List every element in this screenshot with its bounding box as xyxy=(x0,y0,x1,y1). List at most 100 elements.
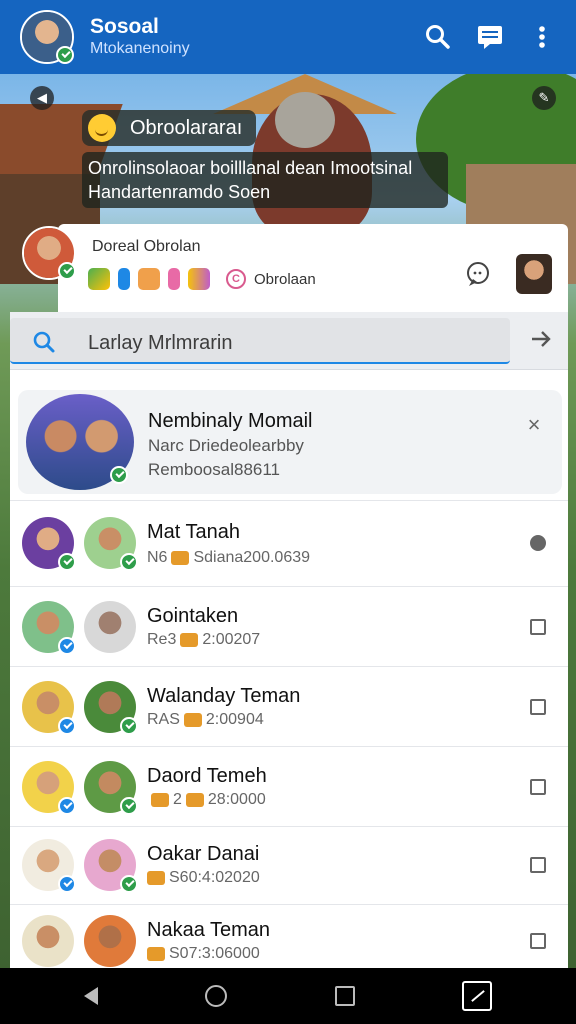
more-options-icon[interactable] xyxy=(522,17,562,57)
verified-badge-icon xyxy=(58,797,76,815)
home-icon[interactable] xyxy=(205,985,228,1007)
verified-badge-icon xyxy=(120,553,138,571)
verified-badge-icon xyxy=(58,637,76,655)
profile-avatar[interactable] xyxy=(20,10,74,64)
contact-avatar xyxy=(22,681,76,735)
read-status-icon xyxy=(530,535,546,551)
party-emoji-icon xyxy=(188,268,210,290)
system-navigation-bar xyxy=(0,968,576,1024)
close-icon[interactable]: × xyxy=(522,412,546,438)
story-back-icon[interactable]: ◀ xyxy=(30,86,54,110)
emoji-icon xyxy=(147,947,165,961)
featured-avatar xyxy=(26,394,134,490)
message-status-icon xyxy=(530,857,546,873)
featured-contact-card[interactable]: Nembinaly Momail Narc Driedeolearbby Rem… xyxy=(18,390,562,494)
contact-time: 2:00904 xyxy=(205,711,264,728)
contact-time: S07:3:06000 xyxy=(169,945,260,962)
contact-avatar xyxy=(84,761,138,815)
contact-avatar xyxy=(84,681,138,735)
chat-bubble-icon[interactable] xyxy=(464,260,492,293)
contact-name: Nakaa Teman xyxy=(147,919,271,941)
contact-meta: 2 28:0000 xyxy=(147,791,266,809)
contact-prefix: Re3 xyxy=(147,631,177,648)
contact-meta: N6 Sdiana200.0639 xyxy=(147,549,310,567)
message-status-icon xyxy=(530,619,546,635)
contact-row[interactable]: Walanday Teman RAS 2:00904 xyxy=(10,666,568,746)
story-caption: Onrolinsolaoar boilllanal dean Imootsina… xyxy=(82,152,448,208)
contact-prefix: 2 xyxy=(173,791,182,808)
contact-row[interactable]: Nakaa Teman S07:3:06000 xyxy=(10,904,568,968)
story-title-chip[interactable]: Obroolararaı xyxy=(82,110,257,146)
contact-avatar xyxy=(22,601,76,655)
story-edit-icon[interactable]: ✎ xyxy=(532,86,556,110)
verified-badge-icon xyxy=(58,553,76,571)
group-emoji-row: C Obrolaan xyxy=(88,268,316,290)
app-bar: Sosoal Mtokanenoiny xyxy=(0,0,576,74)
group-name: Doreal Obrolan xyxy=(92,238,201,255)
group-subtitle: Obrolaan xyxy=(254,270,316,288)
chat-list-icon[interactable] xyxy=(470,17,510,57)
contact-name: Oakar Danai xyxy=(147,843,260,865)
emoji-icon xyxy=(171,551,190,565)
contact-name: Gointaken xyxy=(147,605,239,627)
recent-apps-icon[interactable] xyxy=(334,986,355,1006)
contact-avatar xyxy=(84,839,138,893)
verified-badge-icon xyxy=(58,717,76,735)
search-icon[interactable] xyxy=(418,17,458,57)
contact-row[interactable]: Daord Temeh 2 28:0000 xyxy=(10,746,568,826)
arrow-right-icon[interactable] xyxy=(530,328,552,355)
contact-avatar xyxy=(84,601,136,653)
emoji-icon xyxy=(183,713,202,727)
story-title: Obroolararaı xyxy=(130,116,243,139)
leaf-emoji-icon xyxy=(88,268,110,290)
contact-time: S60:4:02020 xyxy=(169,869,260,886)
group-avatar[interactable] xyxy=(22,226,76,280)
emoji-icon xyxy=(147,871,165,885)
story-caption-line-2: Handartenramdo Soen xyxy=(88,182,271,202)
contact-time: 2:00207 xyxy=(202,631,261,648)
verified-badge-icon xyxy=(120,875,138,893)
emoji-icon xyxy=(151,793,169,807)
emoji-icon xyxy=(185,793,204,807)
contact-time: Sdiana200.0639 xyxy=(193,549,311,566)
arrow-up-icon xyxy=(118,268,130,290)
verified-badge-icon xyxy=(58,262,76,280)
verified-badge-icon xyxy=(56,46,74,64)
contact-meta: RAS 2:00904 xyxy=(147,711,264,729)
verified-badge-icon xyxy=(58,875,76,893)
contact-meta: S07:3:06000 xyxy=(147,945,260,963)
contact-name: Daord Temeh xyxy=(147,765,267,787)
emoji-icon xyxy=(180,633,199,647)
contact-row[interactable]: Gointaken Re3 2:00207 xyxy=(10,586,568,666)
app-title: Sosoal xyxy=(90,15,159,38)
search-input-value: Larlay Mrlmrarin xyxy=(88,332,233,354)
edit-compose-icon[interactable] xyxy=(462,981,493,1011)
contact-row[interactable]: Mat Tanah N6 Sdiana200.0639 xyxy=(10,500,568,586)
contact-name: Walanday Teman xyxy=(147,685,301,707)
contact-time: 28:0000 xyxy=(207,791,266,808)
contact-avatar xyxy=(22,839,76,893)
contact-prefix: N6 xyxy=(147,549,168,566)
story-caption-line-1: Onrolinsolaoar boilllanal dean Imootsina… xyxy=(88,158,413,178)
food-emoji-icon xyxy=(138,268,160,290)
featured-line-1: Narc Driedeolearbby xyxy=(148,436,304,455)
group-chat-card[interactable]: Doreal Obrolan C Obrolaan xyxy=(58,224,568,312)
heart-emoji-icon xyxy=(168,268,180,290)
contact-row[interactable]: Oakar Danai S60:4:02020 xyxy=(10,826,568,904)
search-field-icon xyxy=(32,330,56,359)
message-status-icon xyxy=(530,699,546,715)
search-row: Larlay Mrlmrarin xyxy=(10,312,568,370)
contact-prefix: RAS xyxy=(147,711,180,728)
group-member-avatar[interactable] xyxy=(516,254,552,294)
contact-avatar xyxy=(84,517,138,571)
back-icon[interactable] xyxy=(83,987,98,1005)
message-status-icon xyxy=(530,779,546,795)
featured-name: Nembinaly Momail xyxy=(148,410,313,432)
search-input[interactable]: Larlay Mrlmrarin xyxy=(10,318,510,364)
verified-badge-icon xyxy=(110,466,128,484)
featured-line-2: Remboosal88611 xyxy=(148,460,280,479)
verified-badge-icon xyxy=(120,717,138,735)
smiley-icon xyxy=(88,114,116,142)
contact-meta: Re3 2:00207 xyxy=(147,631,260,649)
contact-avatar xyxy=(22,517,76,571)
